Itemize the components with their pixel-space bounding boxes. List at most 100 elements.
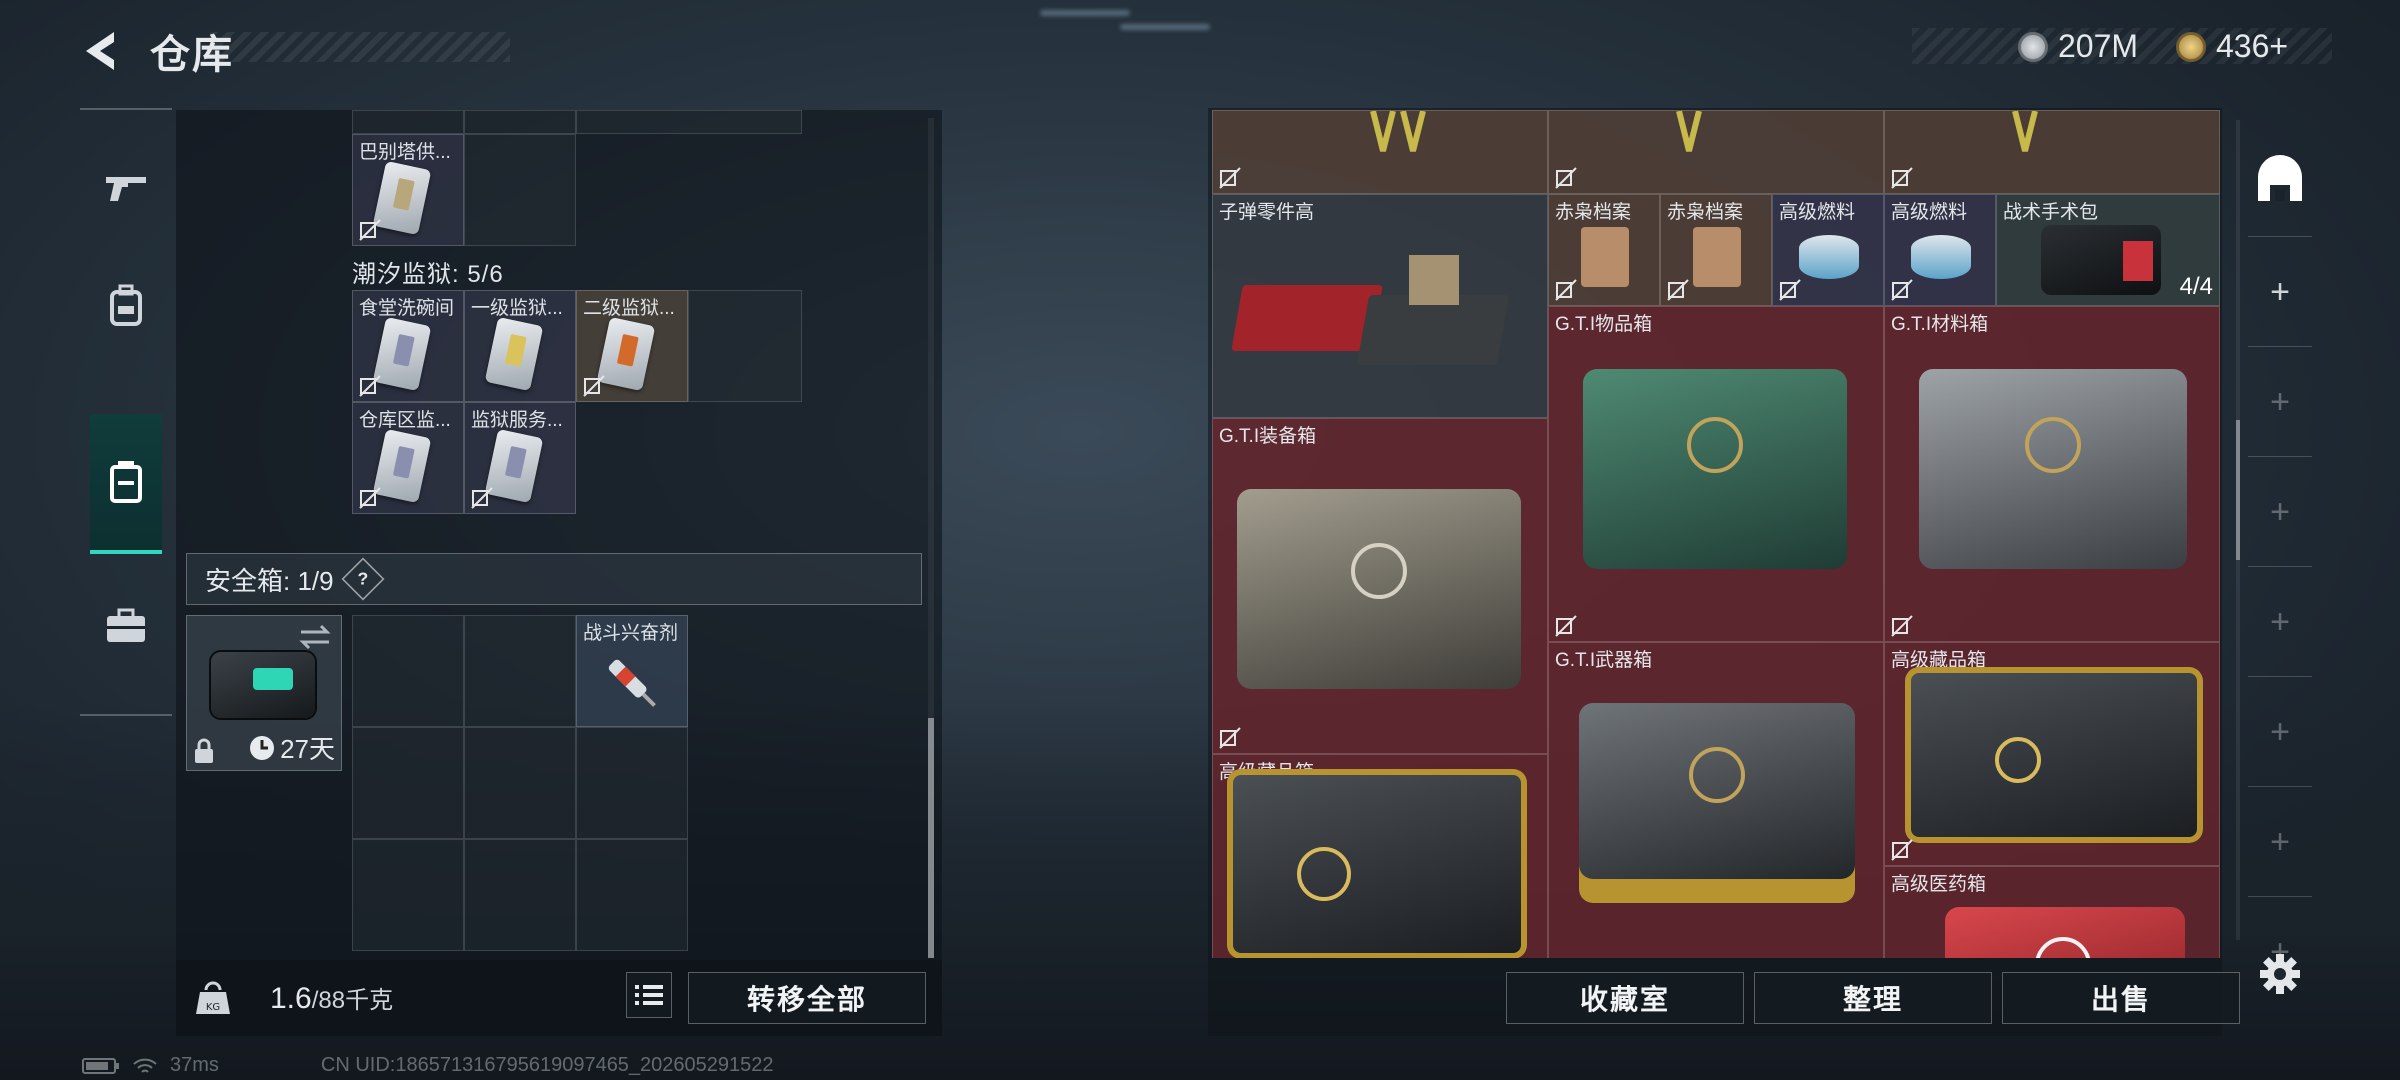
stash-item-card[interactable]: 食堂洗碗间	[352, 290, 464, 402]
gold-amount: 436+	[2216, 28, 2289, 64]
settings-button[interactable]	[2258, 952, 2302, 996]
stash-item-stimulant[interactable]: 战斗兴奋剂	[576, 615, 688, 727]
container-icon	[110, 461, 142, 503]
nav-storage[interactable]	[90, 414, 162, 554]
safe-slot[interactable]	[576, 839, 688, 951]
prison-section-title: 潮汐监狱: 5/6	[352, 261, 504, 288]
file-image	[1693, 227, 1741, 287]
item-label: G.T.I物品箱	[1555, 314, 1653, 335]
no-trade-icon	[583, 375, 605, 397]
weight-max: /88千克	[311, 987, 394, 1014]
tab-warehouse-main[interactable]	[2248, 124, 2312, 234]
safe-slot[interactable]	[464, 727, 576, 839]
weight-icon: KG	[196, 981, 230, 1014]
stash-item-card[interactable]: 二级监狱...	[576, 290, 688, 402]
tab-add-page[interactable]: +	[2248, 456, 2312, 567]
keycard-image	[596, 316, 656, 392]
warehouse-item-gti-weapon-box[interactable]: G.T.I武器箱	[1548, 642, 1884, 958]
stash-item-card[interactable]: 仓库区监...	[352, 402, 464, 514]
item-label: 战斗兴奋剂	[583, 623, 679, 644]
safe-slot[interactable]	[352, 727, 464, 839]
warehouse-item-fuel[interactable]: 高级燃料	[1772, 194, 1884, 306]
item-label: 子弹零件高	[1219, 202, 1315, 223]
crate-image	[1905, 667, 2203, 843]
tab-add-page[interactable]: +	[2248, 676, 2312, 787]
warehouse-item-gti-material-box[interactable]: G.T.I材料箱	[1884, 306, 2220, 642]
back-button[interactable]	[78, 26, 128, 76]
nav-items[interactable]	[90, 590, 162, 662]
transfer-all-button[interactable]: 转移全部	[688, 972, 926, 1024]
list-icon	[635, 985, 663, 1005]
warehouse-item[interactable]	[1884, 110, 2220, 194]
inventory-scrollbar[interactable]	[928, 118, 934, 958]
scrollbar-thumb[interactable]	[928, 718, 934, 958]
scrollbar-thumb[interactable]	[2236, 420, 2240, 560]
warehouse-item-gti-equipment-box[interactable]: G.T.I装备箱	[1212, 418, 1548, 754]
crate-image	[1945, 907, 2185, 958]
silver-coin-icon	[2018, 31, 2048, 62]
nav-equipment[interactable]	[90, 270, 162, 342]
warehouse-item-file[interactable]: 赤枭档案	[1660, 194, 1772, 306]
backpack-icon	[110, 284, 142, 326]
weight-bar: KG 1.6/88千克 转移全部	[176, 960, 942, 1036]
warehouse-item-premium-box[interactable]: 高级藏品箱	[1212, 754, 1548, 958]
item-label: 赤枭档案	[1667, 202, 1744, 223]
safe-slot[interactable]	[352, 839, 464, 951]
grid-cell[interactable]	[464, 110, 576, 134]
left-category-nav	[80, 108, 172, 716]
tab-add-page[interactable]: +	[2248, 566, 2312, 677]
safe-slot[interactable]	[576, 727, 688, 839]
no-trade-icon	[1891, 839, 1913, 861]
svg-text:KG: KG	[206, 1002, 220, 1013]
sell-button[interactable]: 出售	[2002, 972, 2240, 1024]
item-label: G.T.I材料箱	[1891, 314, 1989, 335]
help-icon[interactable]: ?	[341, 557, 385, 601]
currency-gold[interactable]: 436+	[2176, 28, 2288, 65]
grid-cell[interactable]	[576, 110, 802, 134]
grid-cell[interactable]	[688, 290, 802, 402]
no-trade-icon	[1891, 279, 1913, 301]
medkit-image	[2041, 225, 2161, 295]
grid-cell[interactable]	[352, 110, 464, 134]
collection-room-button[interactable]: 收藏室	[1506, 972, 1744, 1024]
safe-slot[interactable]	[464, 615, 576, 727]
briefcase-icon	[107, 608, 145, 642]
stash-item-card[interactable]: 一级监狱...	[464, 290, 576, 402]
clock-icon	[250, 735, 275, 760]
warehouse-item-gti-item-box[interactable]: G.T.I物品箱	[1548, 306, 1884, 642]
warehouse-item-surgery-kit[interactable]: 战术手术包 4/4	[1996, 194, 2220, 306]
no-trade-icon	[471, 487, 493, 509]
list-view-button[interactable]	[626, 972, 672, 1018]
grid-cell[interactable]	[464, 134, 576, 246]
organize-button[interactable]: 整理	[1754, 972, 1992, 1024]
tab-add-page[interactable]: +	[2248, 346, 2312, 457]
item-label: 一级监狱...	[471, 298, 563, 319]
crate-image	[1227, 769, 1527, 958]
warehouse-item-file[interactable]: 赤枭档案	[1548, 194, 1660, 306]
warehouse-item-bullet-parts[interactable]: 子弹零件高	[1212, 194, 1548, 418]
small-box-image	[1409, 255, 1459, 305]
warehouse-item[interactable]	[1212, 110, 1548, 194]
warehouse-item-fuel[interactable]: 高级燃料	[1884, 194, 1996, 306]
ceiling-light	[1040, 10, 1130, 16]
warehouse-scrollbar[interactable]	[2236, 120, 2240, 940]
lock-icon	[195, 738, 213, 763]
fuel-can-image	[1799, 235, 1859, 279]
no-trade-icon	[1555, 615, 1577, 637]
stash-item-card[interactable]: 监狱服务...	[464, 402, 576, 514]
nav-weapons[interactable]	[90, 152, 162, 224]
tab-add-page[interactable]: +	[2248, 236, 2312, 347]
stash-item-card[interactable]: 巴别塔供...	[352, 134, 464, 246]
swap-icon	[299, 624, 331, 650]
warehouse-item-premium-box[interactable]: 高级藏品箱	[1884, 642, 2220, 866]
warehouse-item[interactable]	[1548, 110, 1884, 194]
safe-slot[interactable]	[352, 615, 464, 727]
fuel-can-image	[1911, 235, 1971, 279]
item-label: 高级燃料	[1891, 202, 1968, 223]
safe-slot[interactable]	[464, 839, 576, 951]
warehouse-item-medical-box[interactable]: 高级医药箱	[1884, 866, 2220, 958]
tab-add-page[interactable]: +	[2248, 786, 2312, 897]
crate-image	[1583, 369, 1847, 569]
gun-icon	[106, 177, 146, 201]
safe-box-container[interactable]: 27天	[186, 615, 342, 771]
